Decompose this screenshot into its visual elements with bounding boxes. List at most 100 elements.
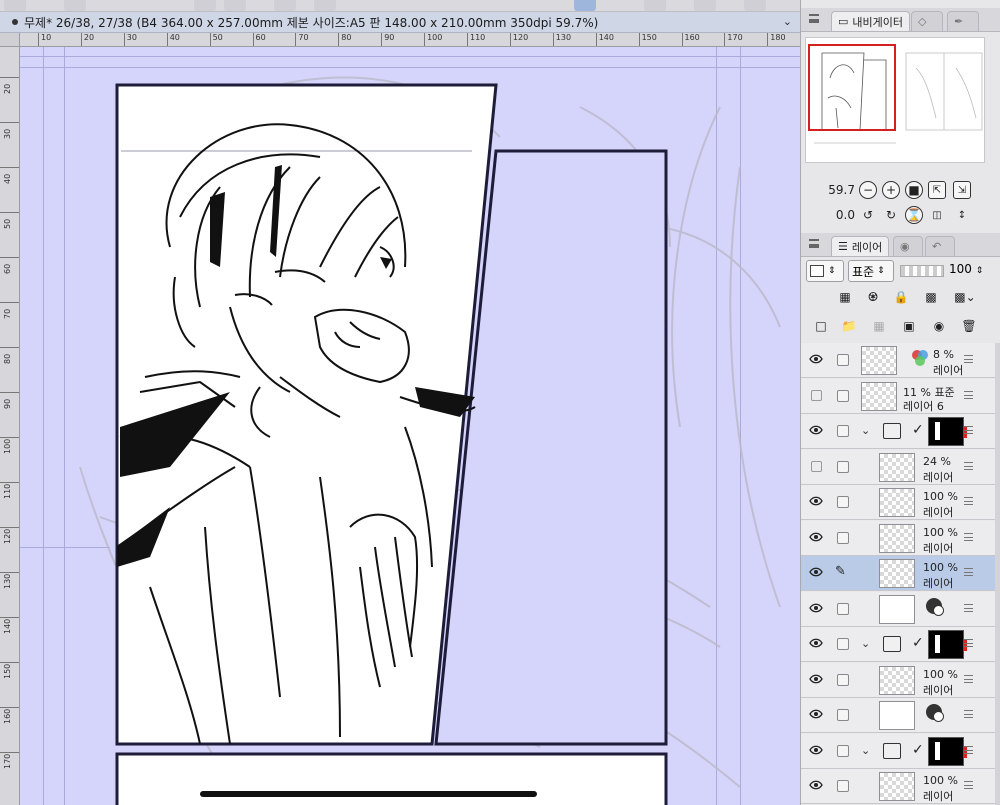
layer-checkbox[interactable] [837,354,849,366]
reset-rotation-icon[interactable]: ⌛ [905,206,923,224]
mask-icon[interactable]: ◉ [931,318,947,334]
layer-checkbox[interactable] [837,602,849,615]
lock-icon[interactable]: 🔒 [893,289,909,305]
new-folder-icon[interactable]: 📁 [841,318,857,334]
layer-checkbox[interactable] [837,780,849,792]
new-layer-icon[interactable]: □ [813,318,829,334]
drag-handle-icon[interactable] [964,710,973,718]
drag-handle-icon[interactable] [964,461,973,470]
mask-thumbnail[interactable] [928,417,967,446]
layer-checkbox[interactable] [837,673,849,686]
drag-handle-icon[interactable] [964,568,973,576]
document-title-bar[interactable]: 무제* 26/38, 27/38 (B4 364.00 x 257.00mm 제… [0,12,800,33]
layer-row[interactable]: 100 % 레이어 [801,769,1000,804]
mask-thumbnail[interactable] [928,736,967,766]
eye-off-icon[interactable] [811,389,822,401]
layer-row[interactable]: ⌄ ✓ [801,414,1000,449]
eye-icon[interactable] [809,567,823,577]
flip-vertical-icon[interactable]: ↕ [953,206,971,224]
layer-row[interactable]: 11 % 표준 레이어 6 [801,378,1000,414]
layer-row[interactable]: 24 % 레이어 [801,449,1000,485]
actual-size-icon[interactable]: ⇲ [953,181,971,199]
drag-handle-icon[interactable] [964,674,973,683]
eye-off-icon[interactable] [811,460,822,472]
reference-icon[interactable]: ♼ [865,289,881,305]
layer-color-select[interactable]: ⇕ [806,260,844,282]
tool-icon[interactable] [4,0,26,11]
merge-down-icon[interactable]: ▣ [901,318,917,334]
eye-icon[interactable] [809,674,823,684]
tab-layer-property[interactable]: ◉ [893,236,923,256]
layer-row[interactable] [801,698,1000,733]
mask-visibility-icon[interactable]: ▩⌄ [953,289,977,305]
layer-row[interactable]: ⌄ ✓ [801,733,1000,769]
lock-transparent-icon[interactable]: ▩ [923,289,939,305]
layer-checkbox[interactable] [837,709,849,721]
navigator-viewport-frame[interactable] [808,44,896,131]
chevron-down-icon[interactable]: ⌄ [861,424,870,437]
drag-handle-icon[interactable] [964,390,973,399]
drag-handle-icon[interactable] [964,355,973,363]
eye-icon[interactable] [809,745,823,755]
layer-checkbox[interactable] [837,460,849,473]
rotate-right-icon[interactable]: ↻ [882,206,900,224]
layer-row[interactable]: ⌄ ✓ [801,627,1000,662]
drag-handle-icon[interactable] [964,603,973,612]
eye-icon[interactable] [809,354,823,364]
flip-horizontal-icon[interactable]: ◫ [928,206,946,224]
tab-tool-property[interactable]: ✒ [947,11,979,31]
tool-icon[interactable] [644,0,666,11]
eye-icon[interactable] [809,603,823,613]
mask-thumbnail[interactable] [928,630,967,659]
eye-icon[interactable] [809,532,823,542]
chevron-down-icon[interactable]: ⌄ [783,15,792,28]
opacity-value[interactable]: 100 ⇕ [949,262,983,276]
fit-window-icon[interactable]: ⇱ [928,181,946,199]
layer-row[interactable]: 100 % 레이어 [801,520,1000,556]
fit-icon[interactable]: ■ [905,181,923,199]
zoom-in-icon[interactable]: + [882,181,900,199]
eye-icon[interactable] [809,638,823,648]
opacity-slider[interactable] [900,265,944,277]
chat-icon[interactable] [694,0,716,11]
layer-row[interactable]: ✎ 100 % 레이어 [801,556,1000,591]
clip-icon[interactable]: ▦ [837,289,853,305]
tab-subview[interactable]: ◇ [911,11,943,31]
panel-menu-icon[interactable] [809,239,819,248]
layer-checkbox[interactable] [837,744,849,757]
drag-handle-icon[interactable] [964,532,973,541]
rotation-value[interactable]: 0.0 [801,208,859,222]
blend-mode-select[interactable]: 표준 ⇕ [848,260,894,282]
trash-icon[interactable]: 🗑 [961,318,977,334]
layer-checkbox[interactable] [837,389,849,402]
chevron-down-icon[interactable]: ⌄ [861,637,870,650]
zoom-out-icon[interactable]: − [859,181,877,199]
tool-icon[interactable] [274,0,296,11]
layer-checkbox[interactable] [837,496,849,508]
layer-row[interactable]: 100 % 레이어 [801,662,1000,698]
drag-handle-icon[interactable] [964,745,973,754]
eye-icon[interactable] [809,780,823,790]
tab-navigator[interactable]: ▭ 내비게이터 [831,11,911,31]
drawing-canvas[interactable] [20,47,800,805]
tool-icon[interactable] [314,0,336,11]
panel-menu-icon[interactable] [809,14,819,23]
eye-icon[interactable] [809,496,823,506]
layer-checkbox[interactable] [837,638,849,650]
layer-row[interactable]: 100 % 레이어 [801,485,1000,520]
layer-row[interactable]: 8 % 레이어 [801,343,1000,378]
drag-handle-icon[interactable] [964,426,973,434]
add-icon[interactable] [64,0,86,11]
drag-handle-icon[interactable] [964,639,973,647]
eye-icon[interactable] [809,425,823,435]
drag-handle-icon[interactable] [964,781,973,789]
tab-history[interactable]: ↶ [925,236,955,256]
tab-layer[interactable]: ☰ 레이어 [831,236,890,256]
drag-handle-icon[interactable] [964,497,973,505]
navigator-preview[interactable] [805,37,985,163]
redo-icon[interactable] [224,0,246,11]
eye-icon[interactable] [809,709,823,719]
zoom-value[interactable]: 59.7 [801,183,859,197]
rotate-left-icon[interactable]: ↺ [859,206,877,224]
undo-icon[interactable] [194,0,216,11]
